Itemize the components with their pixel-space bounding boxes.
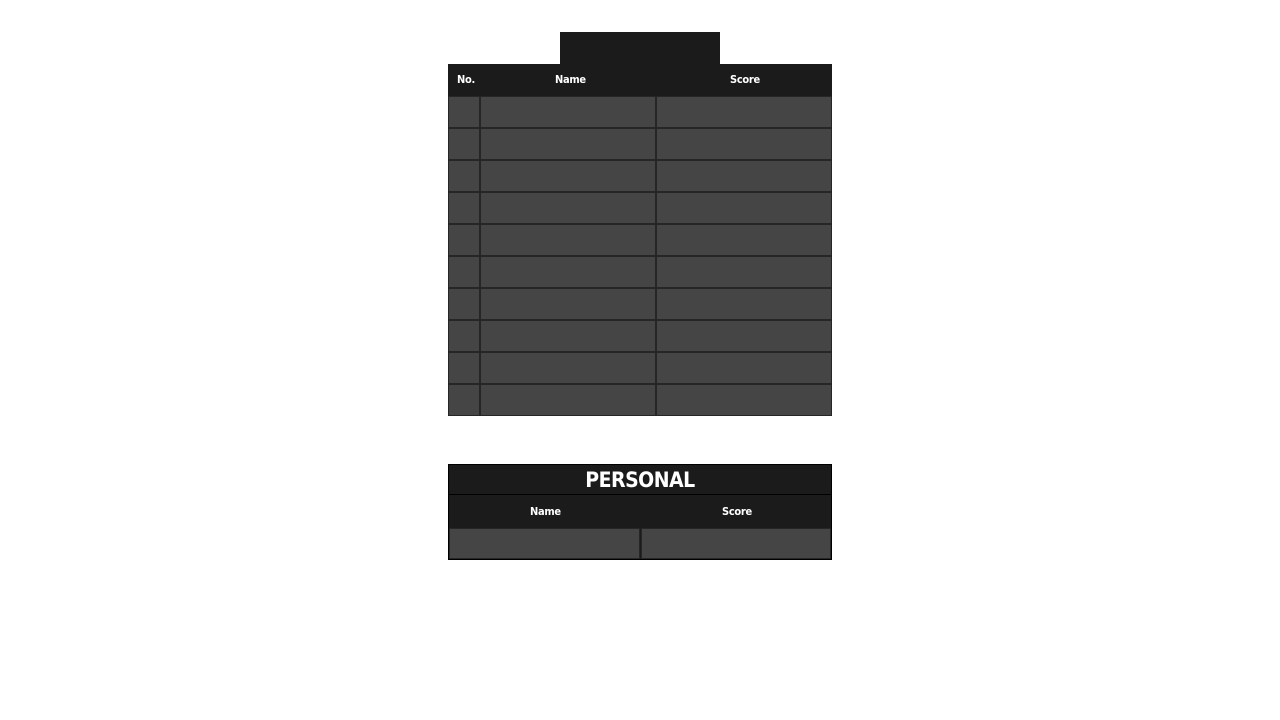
row-name-cell	[480, 320, 656, 352]
row-no-cell	[448, 352, 480, 384]
column-header-name: Name	[555, 73, 586, 86]
row-name-cell	[480, 256, 656, 288]
row-name-cell	[480, 288, 656, 320]
row-score-cell	[656, 96, 832, 128]
row-score-cell	[656, 384, 832, 416]
column-header-no: No.	[457, 73, 475, 86]
row-name-cell	[480, 128, 656, 160]
row-score-cell	[656, 224, 832, 256]
row-no-cell	[448, 256, 480, 288]
row-score-cell	[656, 192, 832, 224]
row-score-cell	[656, 352, 832, 384]
personal-score-cell	[641, 528, 831, 559]
column-header-score: Score	[730, 73, 760, 86]
row-name-cell	[480, 160, 656, 192]
row-no-cell	[448, 160, 480, 192]
personal-header-score: Score	[722, 505, 752, 518]
row-name-cell	[480, 96, 656, 128]
row-name-cell	[480, 192, 656, 224]
row-no-cell	[448, 384, 480, 416]
row-no-cell	[448, 288, 480, 320]
row-score-cell	[656, 128, 832, 160]
row-name-cell	[480, 352, 656, 384]
row-no-cell	[448, 192, 480, 224]
personal-name-cell	[449, 528, 640, 559]
personal-table: PERSONAL Name Score	[448, 464, 832, 560]
row-score-cell	[656, 320, 832, 352]
row-no-cell	[448, 320, 480, 352]
row-score-cell	[656, 288, 832, 320]
row-name-cell	[480, 224, 656, 256]
personal-header-name: Name	[530, 505, 561, 518]
row-no-cell	[448, 128, 480, 160]
row-score-cell	[656, 160, 832, 192]
row-score-cell	[656, 256, 832, 288]
leaderboard-title-tab	[560, 32, 720, 64]
leaderboard-table: No. Name Score	[448, 64, 832, 416]
personal-title: PERSONAL	[449, 465, 831, 495]
row-no-cell	[448, 96, 480, 128]
row-name-cell	[480, 384, 656, 416]
row-no-cell	[448, 224, 480, 256]
